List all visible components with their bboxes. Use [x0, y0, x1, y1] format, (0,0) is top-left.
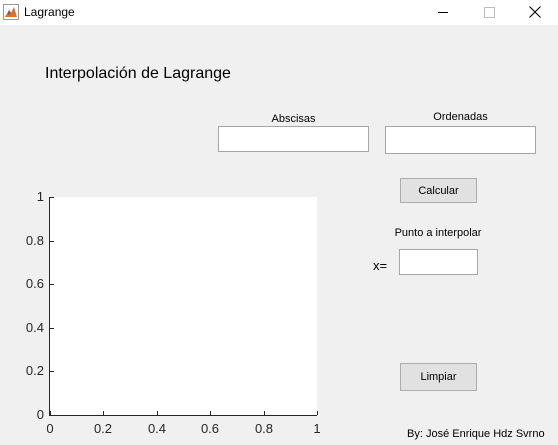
window-titlebar: Lagrange [0, 0, 558, 25]
plot-area [50, 197, 317, 415]
x-axis-line [49, 415, 317, 416]
ordenadas-label: Ordenadas [433, 111, 488, 123]
x-tick [50, 411, 51, 415]
punto-label: Punto a interpolar [394, 227, 482, 239]
close-icon [529, 6, 541, 18]
x-tick [157, 411, 158, 415]
minimize-button[interactable] [420, 0, 466, 25]
y-tick-label: 1 [36, 189, 44, 204]
close-button[interactable] [512, 0, 558, 25]
x-tick [210, 411, 211, 415]
x-tick-label: 0.8 [254, 421, 274, 436]
y-tick-label: 0.2 [25, 363, 44, 378]
y-tick-label: 0.6 [25, 276, 44, 291]
app-heading: Interpolación de Lagrange [45, 65, 231, 82]
limpiar-button[interactable]: Limpiar [400, 363, 477, 391]
abscisas-label: Abscisas [271, 113, 316, 125]
x-tick-label: 0.2 [93, 421, 113, 436]
y-tick [50, 197, 54, 198]
ordenadas-input[interactable] [385, 126, 536, 154]
x-tick [264, 411, 265, 415]
y-tick-label: 0.4 [25, 320, 44, 335]
credits-text: By: José Enrique Hdz Svrno [407, 428, 545, 440]
x-tick-label: 1 [313, 421, 321, 436]
y-tick-label: 0.8 [25, 233, 44, 248]
maximize-button[interactable] [466, 0, 512, 25]
window-title: Lagrange [24, 5, 75, 19]
y-tick [50, 284, 54, 285]
y-tick [50, 241, 54, 242]
y-tick-label: 0 [36, 407, 44, 422]
x-equals-label: x= [373, 258, 388, 273]
matlab-icon [3, 4, 19, 20]
y-tick [50, 328, 54, 329]
y-axis-line [49, 197, 50, 416]
x-tick-label: 0 [46, 421, 54, 436]
y-tick [50, 371, 54, 372]
punto-input[interactable] [399, 249, 478, 275]
abscisas-input[interactable] [218, 126, 369, 152]
x-tick [103, 411, 104, 415]
y-tick [50, 415, 54, 416]
calcular-button[interactable]: Calcular [400, 178, 477, 203]
x-tick-label: 0.6 [200, 421, 220, 436]
x-tick [317, 411, 318, 415]
x-tick-label: 0.4 [147, 421, 167, 436]
